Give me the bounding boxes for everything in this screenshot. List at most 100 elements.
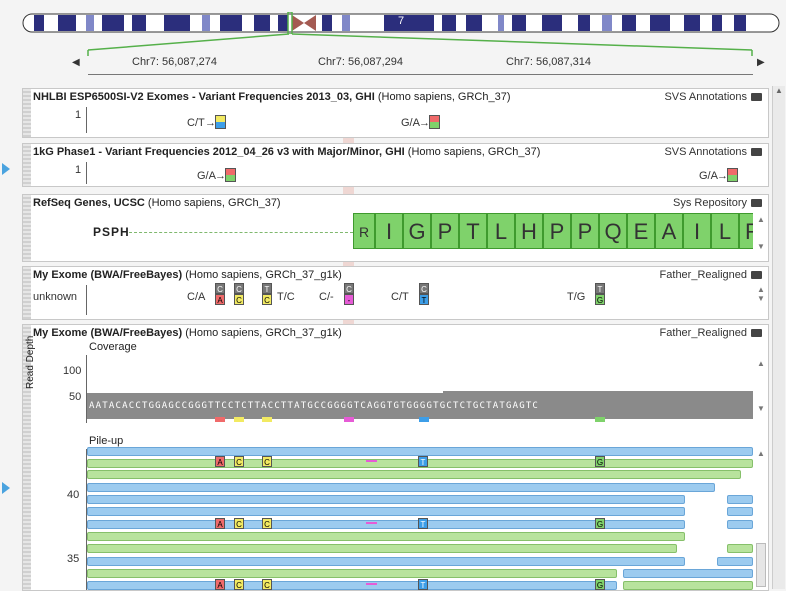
- tick-label: 40: [67, 489, 80, 501]
- pileup-scrollbar[interactable]: ▲: [756, 449, 766, 458]
- genotype-marker[interactable]: TC: [262, 283, 272, 305]
- gene-intron-line: [129, 232, 353, 233]
- genotype-top-allele: C: [234, 283, 244, 294]
- main-scrollbar[interactable]: ▲: [772, 86, 785, 589]
- amino-acid[interactable]: R: [353, 213, 375, 249]
- read-alignment[interactable]: [87, 495, 685, 504]
- amino-acid[interactable]: I: [375, 213, 403, 249]
- track-source[interactable]: Father_Realigned: [660, 269, 762, 281]
- track-exome-variants[interactable]: My Exome (BWA/FreeBayes) (Homo sapiens, …: [22, 266, 769, 320]
- read-alignment[interactable]: [727, 507, 753, 516]
- read-alignment[interactable]: [87, 569, 617, 578]
- read-mismatch-base: C: [234, 518, 244, 529]
- track-exome-reads[interactable]: My Exome (BWA/FreeBayes) (Homo sapiens, …: [22, 324, 769, 591]
- scroll-up-icon[interactable]: ▲: [773, 86, 785, 95]
- read-mismatch-base: C: [234, 456, 244, 467]
- amino-acid[interactable]: T: [459, 213, 487, 249]
- pileup-reads[interactable]: ACCTGACCTGACCTG: [87, 447, 753, 590]
- amino-acid[interactable]: P: [431, 213, 459, 249]
- genotype-marker[interactable]: TG: [595, 283, 605, 305]
- track-axis-label: 1: [75, 164, 82, 176]
- variant-label: C/T: [187, 117, 205, 129]
- track-drag-handle[interactable]: [23, 267, 31, 319]
- scroll-left-icon[interactable]: ◀: [72, 57, 80, 68]
- amino-acid[interactable]: Q: [599, 213, 627, 249]
- read-alignment[interactable]: [87, 557, 685, 566]
- read-alignment[interactable]: [87, 532, 685, 541]
- variant-marker[interactable]: [215, 115, 226, 129]
- read-alignment[interactable]: [87, 483, 715, 492]
- pileup-scroll-thumb[interactable]: [756, 543, 766, 587]
- amino-acid[interactable]: E: [627, 213, 655, 249]
- track-drag-handle[interactable]: [23, 144, 31, 186]
- genotype-marker[interactable]: C-: [344, 283, 354, 305]
- track-source[interactable]: Father_Realigned: [660, 327, 762, 339]
- read-alignment[interactable]: [87, 544, 677, 553]
- left-arrow-marker: [2, 163, 10, 175]
- genotype-bottom-allele: C: [234, 294, 244, 305]
- read-alignment[interactable]: [727, 520, 753, 529]
- y-axis-label: Read Depth: [25, 335, 36, 389]
- read-alignment[interactable]: [87, 470, 741, 479]
- read-alignment[interactable]: [87, 447, 753, 456]
- variant-marker[interactable]: [727, 168, 738, 182]
- genotype-top-allele: C: [215, 283, 225, 294]
- track-title: 1kG Phase1 - Variant Frequencies 2012_04…: [33, 146, 541, 158]
- variant-label: G/A: [197, 170, 216, 182]
- scroll-right-icon[interactable]: ▶: [757, 57, 765, 68]
- read-mismatch-base: G: [595, 579, 605, 590]
- track-scrollbar[interactable]: ▲ ▼: [756, 359, 766, 413]
- track-esp[interactable]: NHLBI ESP6500SI-V2 Exomes - Variant Freq…: [22, 88, 769, 138]
- ruler-axis: [88, 74, 753, 75]
- genotype-top-allele: C: [419, 283, 429, 294]
- amino-acid[interactable]: R: [739, 213, 753, 249]
- variant-label: C/T: [391, 291, 409, 303]
- track-axis-label: 1: [75, 109, 82, 121]
- variant-label: C/-: [319, 291, 334, 303]
- variant-label: G/A: [401, 117, 420, 129]
- variant-label: T/G: [567, 291, 586, 303]
- read-mismatch-base: G: [595, 518, 605, 529]
- ruler-label: Chr7: 56,087,274: [132, 56, 218, 68]
- gene-name[interactable]: PSPH: [93, 225, 130, 239]
- axis-line: [86, 107, 87, 133]
- chromosome-label: 7: [398, 15, 405, 27]
- position-ruler[interactable]: ◀ Chr7: 56,087,274 Chr7: 56,087,294 Chr7…: [60, 42, 780, 82]
- read-alignment[interactable]: [87, 507, 685, 516]
- amino-acid[interactable]: L: [711, 213, 739, 249]
- track-1kg[interactable]: 1kG Phase1 - Variant Frequencies 2012_04…: [22, 143, 769, 187]
- genotype-top-allele: C: [344, 283, 354, 294]
- amino-acid[interactable]: L: [487, 213, 515, 249]
- read-alignment[interactable]: [727, 544, 753, 553]
- genotype-marker[interactable]: CT: [419, 283, 429, 305]
- gene-exon[interactable]: RIGPTLHPPQEAILR: [353, 213, 753, 249]
- amino-acid[interactable]: P: [543, 213, 571, 249]
- track-scrollbar[interactable]: ▲ ▼: [756, 215, 766, 251]
- track-source[interactable]: SVS Annotations: [664, 91, 762, 103]
- track-refseq[interactable]: RefSeq Genes, UCSC (Homo sapiens, GRCh_3…: [22, 194, 769, 262]
- track-drag-handle[interactable]: [23, 195, 31, 261]
- amino-acid[interactable]: G: [403, 213, 431, 249]
- track-scrollbar[interactable]: ▲ ▼: [756, 285, 766, 303]
- track-title: My Exome (BWA/FreeBayes) (Homo sapiens, …: [33, 327, 342, 339]
- read-mismatch-base: G: [595, 456, 605, 467]
- amino-acid[interactable]: P: [571, 213, 599, 249]
- variant-marker[interactable]: [225, 168, 236, 182]
- track-source[interactable]: Sys Repository: [673, 197, 762, 209]
- read-alignment[interactable]: [623, 569, 753, 578]
- amino-acid[interactable]: I: [683, 213, 711, 249]
- read-alignment[interactable]: [717, 557, 753, 566]
- deletion-marker: [366, 460, 377, 462]
- genotype-top-allele: T: [595, 283, 605, 294]
- genotype-marker[interactable]: CA: [215, 283, 225, 305]
- read-mismatch-base: C: [262, 518, 272, 529]
- genotype-marker[interactable]: CC: [234, 283, 244, 305]
- read-alignment[interactable]: [727, 495, 753, 504]
- folder-icon: [751, 271, 762, 280]
- variant-marker[interactable]: [429, 115, 440, 129]
- tick-label: 100: [63, 365, 82, 377]
- amino-acid[interactable]: A: [655, 213, 683, 249]
- track-drag-handle[interactable]: [23, 89, 31, 137]
- track-source[interactable]: SVS Annotations: [664, 146, 762, 158]
- amino-acid[interactable]: H: [515, 213, 543, 249]
